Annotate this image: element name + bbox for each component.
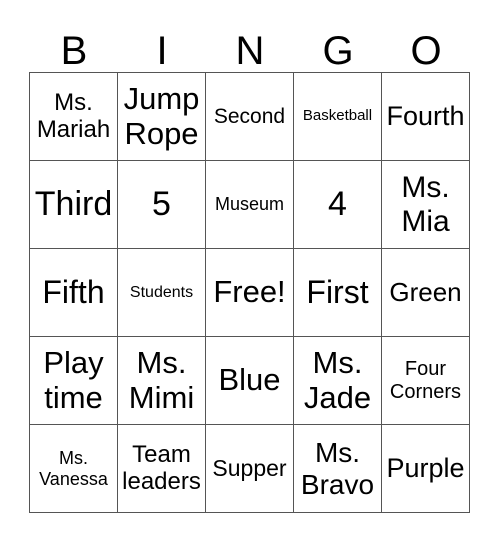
bingo-cell: Purple — [382, 425, 470, 513]
bingo-header: B I N G O — [30, 28, 470, 74]
bingo-cell: Museum — [206, 161, 294, 249]
bingo-cell: Ms. Mariah — [30, 73, 118, 161]
bingo-cell: Second — [206, 73, 294, 161]
bingo-cell: Team leaders — [118, 425, 206, 513]
header-letter-g: G — [322, 29, 354, 73]
header-letter-b: B — [60, 29, 88, 73]
header-letter-i: I — [156, 29, 168, 73]
bingo-cell: Play time — [30, 337, 118, 425]
bingo-cell: 5 — [118, 161, 206, 249]
bingo-grid: Ms. Mariah Jump Rope Second Basketball F… — [29, 72, 470, 513]
bingo-cell: Ms. Jade — [294, 337, 382, 425]
bingo-cell: Supper — [206, 425, 294, 513]
bingo-cell: Blue — [206, 337, 294, 425]
bingo-cell: Basketball — [294, 73, 382, 161]
header-letter-n: N — [235, 29, 265, 73]
bingo-cell: Third — [30, 161, 118, 249]
bingo-cell: First — [294, 249, 382, 337]
bingo-cell: Ms. Mimi — [118, 337, 206, 425]
bingo-cell: 4 — [294, 161, 382, 249]
bingo-cell: Ms. Bravo — [294, 425, 382, 513]
bingo-cell: Fourth — [382, 73, 470, 161]
bingo-cell: Green — [382, 249, 470, 337]
bingo-cell-free: Free! — [206, 249, 294, 337]
bingo-cell: Fifth — [30, 249, 118, 337]
header-letter-o: O — [410, 29, 442, 73]
bingo-cell: Four Corners — [382, 337, 470, 425]
bingo-cell: Ms. Mia — [382, 161, 470, 249]
bingo-cell: Students — [118, 249, 206, 337]
bingo-cell: Ms. Vanessa — [30, 425, 118, 513]
bingo-cell: Jump Rope — [118, 73, 206, 161]
